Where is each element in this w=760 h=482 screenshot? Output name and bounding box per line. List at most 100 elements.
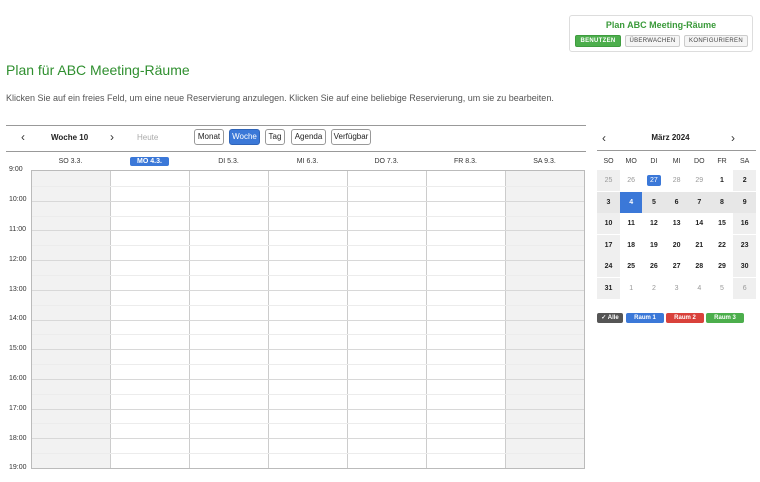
time-label: 17:00 <box>9 405 27 412</box>
next-month-icon[interactable]: › <box>731 131 735 145</box>
time-label: 18:00 <box>9 435 27 442</box>
page-description: Klicken Sie auf ein freies Feld, um eine… <box>6 93 554 103</box>
mini-calendar-divider <box>597 150 756 151</box>
time-label: 13:00 <box>9 286 27 293</box>
mini-calendar-day[interactable]: 20 <box>665 235 688 256</box>
mini-calendar-day[interactable]: 27 <box>665 256 688 277</box>
grid-top-divider <box>6 151 586 152</box>
mini-calendar-day[interactable]: 14 <box>688 213 711 234</box>
time-label: 16:00 <box>9 375 27 382</box>
mini-calendar-day[interactable]: 21 <box>688 235 711 256</box>
next-week-icon[interactable]: › <box>110 131 114 143</box>
prev-week-icon[interactable]: ‹ <box>21 131 25 143</box>
mini-calendar-day[interactable]: 6 <box>665 191 689 213</box>
mini-calendar-day[interactable]: 17 <box>597 234 620 256</box>
mini-calendar-day[interactable]: 31 <box>597 277 620 299</box>
mini-calendar-day[interactable]: 1 <box>711 170 734 191</box>
mini-calendar-weekday: FR <box>717 158 727 165</box>
mini-calendar-day[interactable]: 3 <box>665 278 688 299</box>
page-title: Plan für ABC Meeting-Räume <box>6 62 190 78</box>
time-label: 15:00 <box>9 345 27 352</box>
hour-line <box>32 438 584 440</box>
hour-line <box>32 200 584 202</box>
mini-calendar-day[interactable]: 28 <box>665 170 688 191</box>
mini-calendar-day[interactable]: 10 <box>597 213 620 234</box>
mini-calendar-day[interactable]: 9 <box>733 191 757 213</box>
time-label: 14:00 <box>9 315 27 322</box>
mini-calendar-day[interactable]: 26 <box>620 170 643 191</box>
mini-calendar-day[interactable]: 18 <box>620 235 643 256</box>
day-header-thu: DO 7.3. <box>374 158 399 165</box>
scheduler-page: Plan ABC Meeting-Räume BENUTZEN ÜBERWACH… <box>0 0 760 482</box>
half-hour-line <box>32 215 584 217</box>
week-grid[interactable] <box>31 170 585 469</box>
monitor-button[interactable]: ÜBERWACHEN <box>625 35 680 47</box>
plan-title: Plan ABC Meeting-Räume <box>605 20 717 30</box>
mini-calendar-weekday: DI <box>650 158 658 165</box>
day-header-fri: FR 8.3. <box>454 158 477 165</box>
mini-calendar-day[interactable]: 12 <box>642 213 665 234</box>
time-label: 11:00 <box>9 226 26 233</box>
hour-line <box>32 349 584 351</box>
mini-calendar-day[interactable]: 16 <box>733 213 757 234</box>
plan-mode-box: Plan ABC Meeting-Räume BENUTZEN ÜBERWACH… <box>569 15 753 52</box>
legend-all-toggle[interactable]: ✓ Alle <box>597 313 623 323</box>
half-hour-line <box>32 304 584 306</box>
half-hour-line <box>32 334 584 336</box>
week-label: Woche 10 <box>51 133 89 142</box>
mini-calendar-day[interactable]: 1 <box>620 278 643 299</box>
mini-calendar-day[interactable]: 11 <box>620 213 643 234</box>
hour-line <box>32 319 584 321</box>
mini-calendar-day[interactable]: 30 <box>733 256 757 277</box>
mini-calendar-title: März 2024 <box>651 133 690 142</box>
time-label: 12:00 <box>9 256 27 263</box>
half-hour-line <box>32 185 584 187</box>
hour-line <box>32 230 584 232</box>
mini-calendar-day[interactable]: 29 <box>688 170 711 191</box>
day-header-tue: DI 5.3. <box>218 158 239 165</box>
view-month-button[interactable]: Monat <box>194 129 224 145</box>
mini-calendar-day[interactable]: 13 <box>665 213 688 234</box>
mini-calendar-day[interactable]: 26 <box>642 256 665 277</box>
mini-calendar-day[interactable]: 28 <box>688 256 711 277</box>
today-button[interactable]: Heute <box>137 133 158 142</box>
view-day-button[interactable]: Tag <box>265 129 285 145</box>
mini-calendar-day[interactable]: 2 <box>733 170 757 191</box>
mini-calendar-day[interactable]: 29 <box>711 256 734 277</box>
view-agenda-button[interactable]: Agenda <box>291 129 326 145</box>
mini-calendar-day[interactable]: 24 <box>597 256 620 277</box>
mini-calendar-day[interactable]: 25 <box>620 256 643 277</box>
day-header-sat: SA 9.3. <box>533 158 556 165</box>
time-label: 9:00 <box>9 166 23 173</box>
legend-room-1[interactable]: Raum 1 <box>626 313 664 323</box>
mini-calendar-weekday: SA <box>740 158 750 165</box>
legend-room-3[interactable]: Raum 3 <box>706 313 744 323</box>
mini-calendar-day[interactable]: 4 <box>688 278 711 299</box>
mini-calendar-day[interactable]: 2 <box>642 278 665 299</box>
use-button[interactable]: BENUTZEN <box>575 35 621 47</box>
mini-calendar-day[interactable]: 7 <box>687 191 711 213</box>
hour-line <box>32 289 584 291</box>
time-label: 19:00 <box>9 464 27 471</box>
hour-line <box>32 378 584 380</box>
mini-calendar-day[interactable]: 19 <box>642 235 665 256</box>
view-available-button[interactable]: Verfügbar <box>331 129 371 145</box>
mini-calendar-day[interactable]: 23 <box>733 234 757 256</box>
mini-calendar-day[interactable]: 27 <box>642 170 665 191</box>
day-header-mon: MO 4.3. <box>110 157 189 166</box>
day-header-wed: MI 6.3. <box>296 158 319 165</box>
mini-calendar-day[interactable]: 25 <box>597 170 620 191</box>
configure-button[interactable]: KONFIGURIEREN <box>684 35 748 47</box>
mini-calendar-day[interactable]: 5 <box>642 191 666 213</box>
legend-room-2[interactable]: Raum 2 <box>666 313 704 323</box>
half-hour-line <box>32 274 584 276</box>
mini-calendar-day[interactable]: 4 <box>619 191 643 213</box>
mini-calendar-day[interactable]: 6 <box>733 277 757 299</box>
view-week-button[interactable]: Woche <box>229 129 260 145</box>
mini-calendar-day[interactable]: 5 <box>711 278 734 299</box>
mini-calendar-day[interactable]: 22 <box>711 235 734 256</box>
mini-calendar-weekday: MO <box>625 158 637 165</box>
mini-calendar-day[interactable]: 3 <box>597 191 620 213</box>
mini-calendar-day[interactable]: 8 <box>710 191 734 213</box>
mini-calendar-day[interactable]: 15 <box>711 213 734 234</box>
